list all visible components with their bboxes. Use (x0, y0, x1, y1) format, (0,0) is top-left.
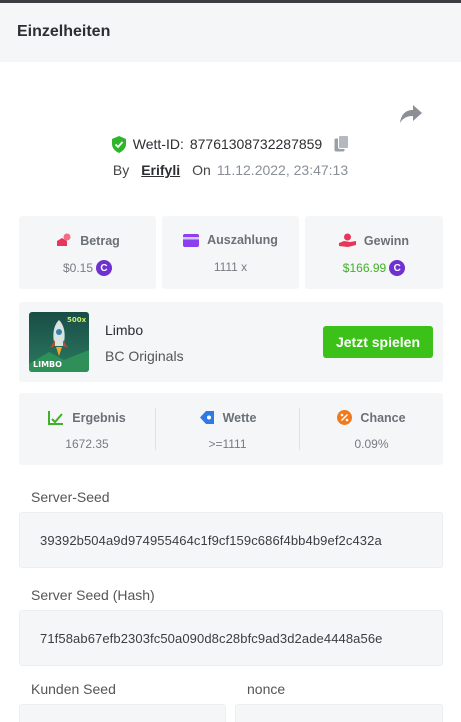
verified-shield-icon (111, 135, 126, 153)
profit-value: $166.99 (342, 261, 387, 275)
by-label: By (112, 162, 130, 178)
on-label: On (192, 162, 211, 178)
thumb-title: LIMBO (33, 360, 62, 369)
bet-column: Wette >=1111 (156, 393, 299, 465)
bet-id-value: 87761308732287859 (189, 136, 323, 152)
percent-icon (337, 410, 353, 425)
coin-icon: C (389, 260, 406, 276)
chart-check-icon (48, 411, 64, 425)
tag-icon (199, 411, 214, 424)
page-title: Einzelheiten (17, 23, 111, 40)
server-hash-label: Server Seed (Hash) (31, 587, 155, 603)
card-icon (183, 233, 200, 247)
server-hash-field[interactable]: 71f58ab67efb2303fc50a090d8c28bfc9ad3d2ad… (19, 610, 443, 666)
amount-value: $0.15 (62, 261, 94, 275)
profit-card: Gewinn $166.99 C (305, 216, 443, 289)
bet-value: >=1111 (208, 437, 247, 451)
client-seed-field[interactable] (19, 704, 226, 722)
bet-label: Wette (222, 410, 257, 425)
server-seed-field[interactable]: 39392b504a9d974955464c1f9cf159c686f4bb4b… (19, 512, 443, 568)
amount-card: Betrag $0.15 C (19, 216, 156, 289)
bet-id-label: Wett-ID: (132, 136, 184, 152)
result-card: Ergebnis 1672.35 Wette >=1111 Chance 0.0… (19, 393, 443, 465)
bet-id-line: Wett-ID: 87761308732287859 (0, 135, 461, 153)
chance-column: Chance 0.09% (300, 393, 443, 465)
header-bar: Einzelheiten (0, 0, 461, 62)
payout-card: Auszahlung 1111 x (162, 216, 299, 289)
share-icon[interactable] (399, 104, 423, 124)
client-seed-label: Kunden Seed (31, 681, 116, 697)
thumb-badge: 500x (67, 316, 87, 324)
payout-label: Auszahlung (207, 233, 278, 247)
money-bag-icon (57, 233, 71, 246)
server-hash-value: 71f58ab67efb2303fc50a090d8c28bfc9ad3d2ad… (40, 631, 383, 646)
chance-value: 0.09% (354, 437, 389, 451)
game-thumbnail[interactable]: 500x LIMBO (29, 312, 89, 372)
bet-byline: By Erifyli On 11.12.2022, 23:47:13 (0, 162, 461, 178)
game-name: Limbo (105, 322, 144, 338)
profit-label: Gewinn (363, 233, 410, 248)
copy-icon[interactable] (334, 135, 350, 153)
server-seed-label: Server-Seed (31, 489, 110, 505)
play-now-button[interactable]: Jetzt spielen (323, 326, 433, 358)
amount-label: Betrag (80, 233, 120, 248)
game-card: 500x LIMBO Limbo BC Originals Jetzt spie… (19, 302, 443, 382)
bet-date: 11.12.2022, 23:47:13 (216, 162, 349, 178)
game-provider: BC Originals (105, 348, 184, 364)
result-value: 1672.35 (65, 437, 109, 451)
coin-icon: C (96, 260, 113, 276)
nonce-field[interactable] (235, 704, 443, 722)
hand-coin-icon (338, 233, 356, 247)
result-label: Ergebnis (72, 410, 126, 425)
nonce-label: nonce (247, 681, 286, 697)
username-link[interactable]: Erifyli (141, 162, 180, 178)
chance-label: Chance (360, 410, 406, 425)
payout-value: 1111 x (213, 260, 248, 274)
result-column: Ergebnis 1672.35 (19, 393, 155, 465)
server-seed-value: 39392b504a9d974955464c1f9cf159c686f4bb4b… (40, 533, 382, 548)
